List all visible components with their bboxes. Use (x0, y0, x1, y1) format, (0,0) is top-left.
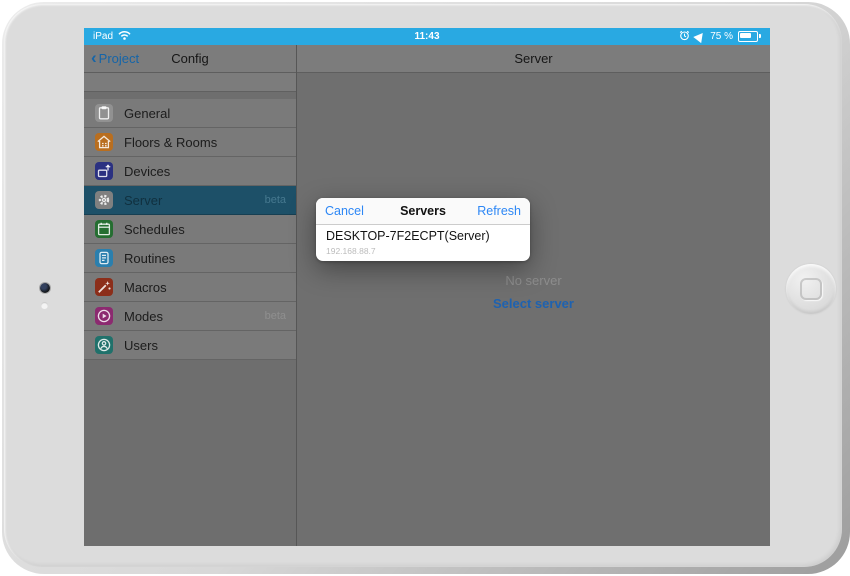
cancel-button[interactable]: Cancel (325, 204, 364, 218)
beta-badge: beta (265, 310, 286, 322)
mic-dot (41, 302, 48, 309)
play-icon (95, 307, 113, 325)
clipboard-icon (95, 104, 113, 122)
sidebar-item-label: Routines (124, 251, 175, 266)
calendar-icon (95, 220, 113, 238)
no-server-label: No server (297, 273, 770, 288)
clock: 11:43 (84, 31, 770, 42)
servers-popup-header: Cancel Servers Refresh (316, 198, 530, 225)
battery-icon (738, 31, 758, 42)
back-button-label: Project (99, 51, 139, 66)
camera-icon (40, 283, 50, 293)
config-sidebar: ‹ Project Config General Floors & Rooms De… (84, 45, 297, 546)
sidebar-item-label: Macros (124, 280, 167, 295)
servers-popup: Cancel Servers Refresh DESKTOP-7F2ECPT(S… (316, 198, 530, 261)
chevron-left-icon: ‹ (91, 49, 97, 66)
sidebar-item-label: Modes (124, 309, 163, 324)
sidebar-item-schedules[interactable]: Schedules (84, 215, 296, 244)
home-button[interactable] (786, 264, 836, 314)
sidebar-item-label: Server (124, 193, 162, 208)
sidebar-item-label: General (124, 106, 170, 121)
server-ip: 192.168.88.7 (326, 246, 520, 256)
house-icon (95, 133, 113, 151)
sidebar-spacer (84, 73, 296, 92)
gear-icon (95, 191, 113, 209)
app-body: ‹ Project Config General Floors & Rooms De… (84, 45, 770, 546)
sidebar-navbar: ‹ Project Config (84, 45, 296, 73)
server-name: DESKTOP-7F2ECPT(Server) (326, 229, 520, 245)
select-server-link[interactable]: Select server (297, 296, 770, 311)
home-button-square-icon (800, 278, 822, 300)
sidebar-item-general[interactable]: General (84, 99, 296, 128)
devices-icon (95, 162, 113, 180)
scroll-icon (95, 249, 113, 267)
server-list-item[interactable]: DESKTOP-7F2ECPT(Server) 192.168.88.7 (316, 225, 530, 256)
beta-badge: beta (265, 194, 286, 206)
user-icon (95, 336, 113, 354)
server-panel-navbar: Server (297, 45, 770, 73)
sidebar-item-server[interactable]: Server beta (84, 186, 296, 215)
server-panel-title: Server (297, 51, 770, 66)
sidebar-item-label: Schedules (124, 222, 185, 237)
battery-percent: 75 % (710, 31, 733, 42)
sidebar-item-modes[interactable]: Modes beta (84, 302, 296, 331)
sidebar-item-macros[interactable]: Macros (84, 273, 296, 302)
sidebar-item-devices[interactable]: Devices (84, 157, 296, 186)
server-panel: Server No server Select server (297, 45, 770, 546)
sidebar-item-label: Floors & Rooms (124, 135, 217, 150)
sidebar-item-users[interactable]: Users (84, 331, 296, 360)
sidebar-item-routines[interactable]: Routines (84, 244, 296, 273)
location-icon (693, 29, 706, 42)
alarm-icon (679, 30, 690, 44)
status-bar: iPad 11:43 75 % (84, 28, 770, 45)
sidebar-menu: General Floors & Rooms Devices Server beta Sc… (84, 99, 296, 360)
back-button-project[interactable]: ‹ Project (84, 51, 139, 66)
sidebar-item-label: Devices (124, 164, 170, 179)
wand-icon (95, 278, 113, 296)
wifi-icon (118, 30, 131, 43)
sidebar-item-floors-rooms[interactable]: Floors & Rooms (84, 128, 296, 157)
sidebar-item-label: Users (124, 338, 158, 353)
carrier-label: iPad (93, 31, 113, 42)
screen: iPad 11:43 75 % (84, 28, 770, 546)
refresh-button[interactable]: Refresh (477, 204, 521, 218)
